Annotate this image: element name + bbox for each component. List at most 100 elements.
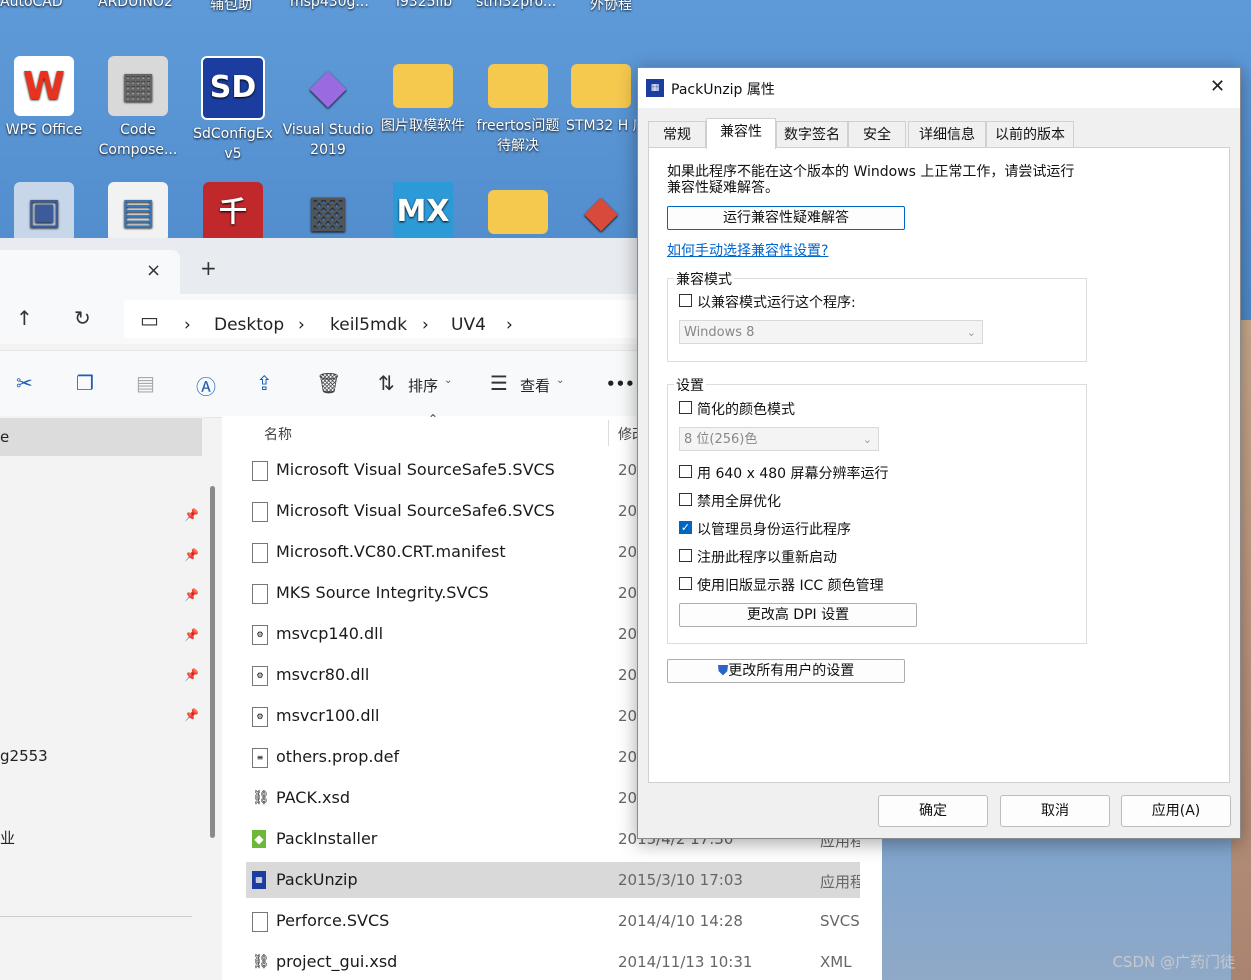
- tab-details[interactable]: 详细信息: [908, 121, 986, 149]
- tab-digital-signature[interactable]: 数字签名: [776, 121, 848, 149]
- chevron-right-icon[interactable]: ›: [184, 315, 191, 335]
- desktop-icon-visual-studio[interactable]: ◆ Visual Studio 2019: [282, 56, 374, 160]
- cancel-button[interactable]: 取消: [1000, 795, 1110, 827]
- chevron-right-icon[interactable]: ›: [506, 315, 513, 335]
- column-header-name[interactable]: 名称: [264, 424, 292, 444]
- new-tab-button[interactable]: +: [200, 256, 217, 280]
- breadcrumb-uv4[interactable]: UV4: [451, 315, 486, 335]
- view-icon[interactable]: ☰: [490, 371, 508, 395]
- folder-icon: [488, 64, 548, 108]
- file-name: msvcp140.dll: [276, 624, 384, 643]
- desktop-icon-wps[interactable]: W WPS Office: [0, 56, 90, 140]
- breadcrumb-desktop[interactable]: Desktop: [214, 315, 284, 335]
- sort-button[interactable]: 排序: [408, 375, 438, 396]
- breadcrumb-keil5mdk[interactable]: keil5mdk: [330, 315, 407, 335]
- pin-icon[interactable]: 📌: [184, 628, 199, 642]
- desktop-label: ARDUINO2: [98, 0, 173, 10]
- tab-security[interactable]: 安全: [848, 121, 906, 149]
- desktop-icon-app-colored[interactable]: ◆: [566, 182, 636, 238]
- apply-button[interactable]: 应用(A): [1121, 795, 1231, 827]
- chevron-down-icon: ⌄: [862, 433, 872, 446]
- pin-icon[interactable]: 📌: [184, 508, 199, 522]
- file-row-selected[interactable]: ▦ PackUnzip 2015/3/10 17:03 应用程: [246, 862, 860, 898]
- chevron-right-icon[interactable]: ›: [298, 315, 305, 335]
- file-icon: [252, 543, 268, 563]
- column-divider: [608, 420, 609, 446]
- file-row[interactable]: ⛓ project_gui.xsd 2014/11/13 10:31 XML: [246, 944, 860, 980]
- close-icon[interactable]: ✕: [1210, 76, 1225, 97]
- desktop-icon-setup[interactable]: ▣: [0, 182, 90, 238]
- view-button[interactable]: 查看: [520, 375, 550, 396]
- nav-item-label[interactable]: g2553: [0, 747, 48, 765]
- dialog-title-bar[interactable]: ▦ PackUnzip 属性 ✕: [638, 68, 1240, 108]
- address-bar[interactable]: ▭ › Desktop › keil5mdk › UV4 ›: [124, 300, 724, 338]
- run-troubleshooter-button[interactable]: 运行兼容性疑难解答: [667, 206, 905, 230]
- pin-icon[interactable]: 📌: [184, 588, 199, 602]
- paste-icon[interactable]: ▤: [136, 371, 155, 395]
- change-dpi-button[interactable]: 更改高 DPI 设置: [679, 603, 917, 627]
- desktop-icon-qianwen[interactable]: 千: [187, 182, 279, 238]
- file-name: Microsoft Visual SourceSafe6.SVCS: [276, 501, 555, 520]
- rename-icon[interactable]: Ⓐ: [196, 371, 216, 400]
- settings-label: 设置: [674, 375, 706, 395]
- sort-ascending-icon: ⌃: [428, 412, 439, 426]
- up-arrow-icon[interactable]: ↑: [16, 306, 33, 330]
- dll-icon: ⚙: [252, 707, 268, 727]
- compat-mode-checkbox-label: 以兼容模式运行这个程序:: [697, 295, 856, 311]
- disable-fullscreen-checkbox[interactable]: [679, 493, 692, 506]
- sort-icon[interactable]: ⇅: [378, 371, 395, 395]
- python-icon: ▤: [108, 182, 168, 238]
- folder-icon: [571, 64, 631, 108]
- file-name: PACK.xsd: [276, 788, 350, 807]
- color-depth-select[interactable]: 8 位(256)色 ⌄: [679, 427, 879, 451]
- change-all-users-button[interactable]: ⛊更改所有用户的设置: [667, 659, 905, 683]
- compat-mode-label: 兼容模式: [674, 269, 734, 289]
- pin-icon[interactable]: 📌: [184, 708, 199, 722]
- dll-icon: ⚙: [252, 666, 268, 686]
- pin-icon[interactable]: 📌: [184, 668, 199, 682]
- run-as-admin-checkbox[interactable]: ✓: [679, 521, 692, 534]
- delete-icon[interactable]: 🗑: [316, 371, 341, 395]
- desktop-icon-stm32cubemx[interactable]: MX: [377, 182, 469, 238]
- res-640-checkbox[interactable]: [679, 465, 692, 478]
- more-options-button[interactable]: •••: [606, 375, 635, 393]
- color-depth-value: 8 位(256)色: [684, 432, 758, 447]
- cut-icon[interactable]: ✂: [16, 371, 33, 395]
- file-name: msvcr100.dll: [276, 706, 380, 725]
- compatibility-panel: 如果此程序不能在这个版本的 Windows 上正常工作，请尝试运行兼容性疑难解答…: [648, 147, 1230, 783]
- nav-scrollbar[interactable]: [210, 486, 215, 838]
- desktop-icon-folder-image-tool[interactable]: 图片取模软件: [377, 56, 469, 136]
- file-row[interactable]: Perforce.SVCS 2014/4/10 14:28 SVCS: [246, 903, 860, 939]
- manual-compat-link[interactable]: 如何手动选择兼容性设置?: [667, 240, 828, 260]
- nav-item-selected[interactable]: e: [0, 418, 202, 456]
- desktop-icon-python[interactable]: ▤: [92, 182, 184, 238]
- copy-icon[interactable]: ❐: [76, 371, 94, 395]
- chevron-right-icon[interactable]: ›: [422, 315, 429, 335]
- close-tab-icon[interactable]: ×: [146, 260, 161, 281]
- legacy-icc-checkbox[interactable]: [679, 577, 692, 590]
- explorer-tab[interactable]: ×: [0, 250, 180, 294]
- refresh-icon[interactable]: ↻: [74, 306, 91, 330]
- register-restart-checkbox[interactable]: [679, 549, 692, 562]
- tab-previous-versions[interactable]: 以前的版本: [986, 121, 1074, 149]
- pin-icon[interactable]: 📌: [184, 548, 199, 562]
- desktop-icon-folder-2[interactable]: [472, 182, 564, 238]
- desktop-icon-sdconfig[interactable]: SD SdConfigEx v5: [187, 56, 279, 164]
- share-icon[interactable]: ⇪: [256, 371, 273, 395]
- tab-general[interactable]: 常规: [648, 121, 706, 149]
- desktop-icon-folder-freertos[interactable]: freertos问题待解决: [472, 56, 564, 156]
- nav-item-label[interactable]: 业: [0, 827, 15, 848]
- file-date: 20: [618, 584, 638, 602]
- uac-shield-icon: ⛊: [717, 663, 729, 679]
- legacy-icc-label: 使用旧版显示器 ICC 颜色管理: [697, 578, 884, 594]
- desktop-icon-chip[interactable]: ▩: [282, 182, 374, 238]
- desktop-icon-code-composer[interactable]: ▦ Code Compose...: [92, 56, 184, 160]
- desktop-icon-folder-stm32[interactable]: STM32 H 库资料: [566, 56, 636, 136]
- ok-button[interactable]: 确定: [878, 795, 988, 827]
- file-date: 20: [618, 748, 638, 766]
- compat-mode-checkbox[interactable]: [679, 294, 692, 307]
- tab-compatibility[interactable]: 兼容性: [706, 118, 776, 149]
- reduced-color-checkbox[interactable]: [679, 401, 692, 414]
- compat-os-select[interactable]: Windows 8 ⌄: [679, 320, 983, 344]
- chevron-down-icon: ⌄: [444, 375, 453, 386]
